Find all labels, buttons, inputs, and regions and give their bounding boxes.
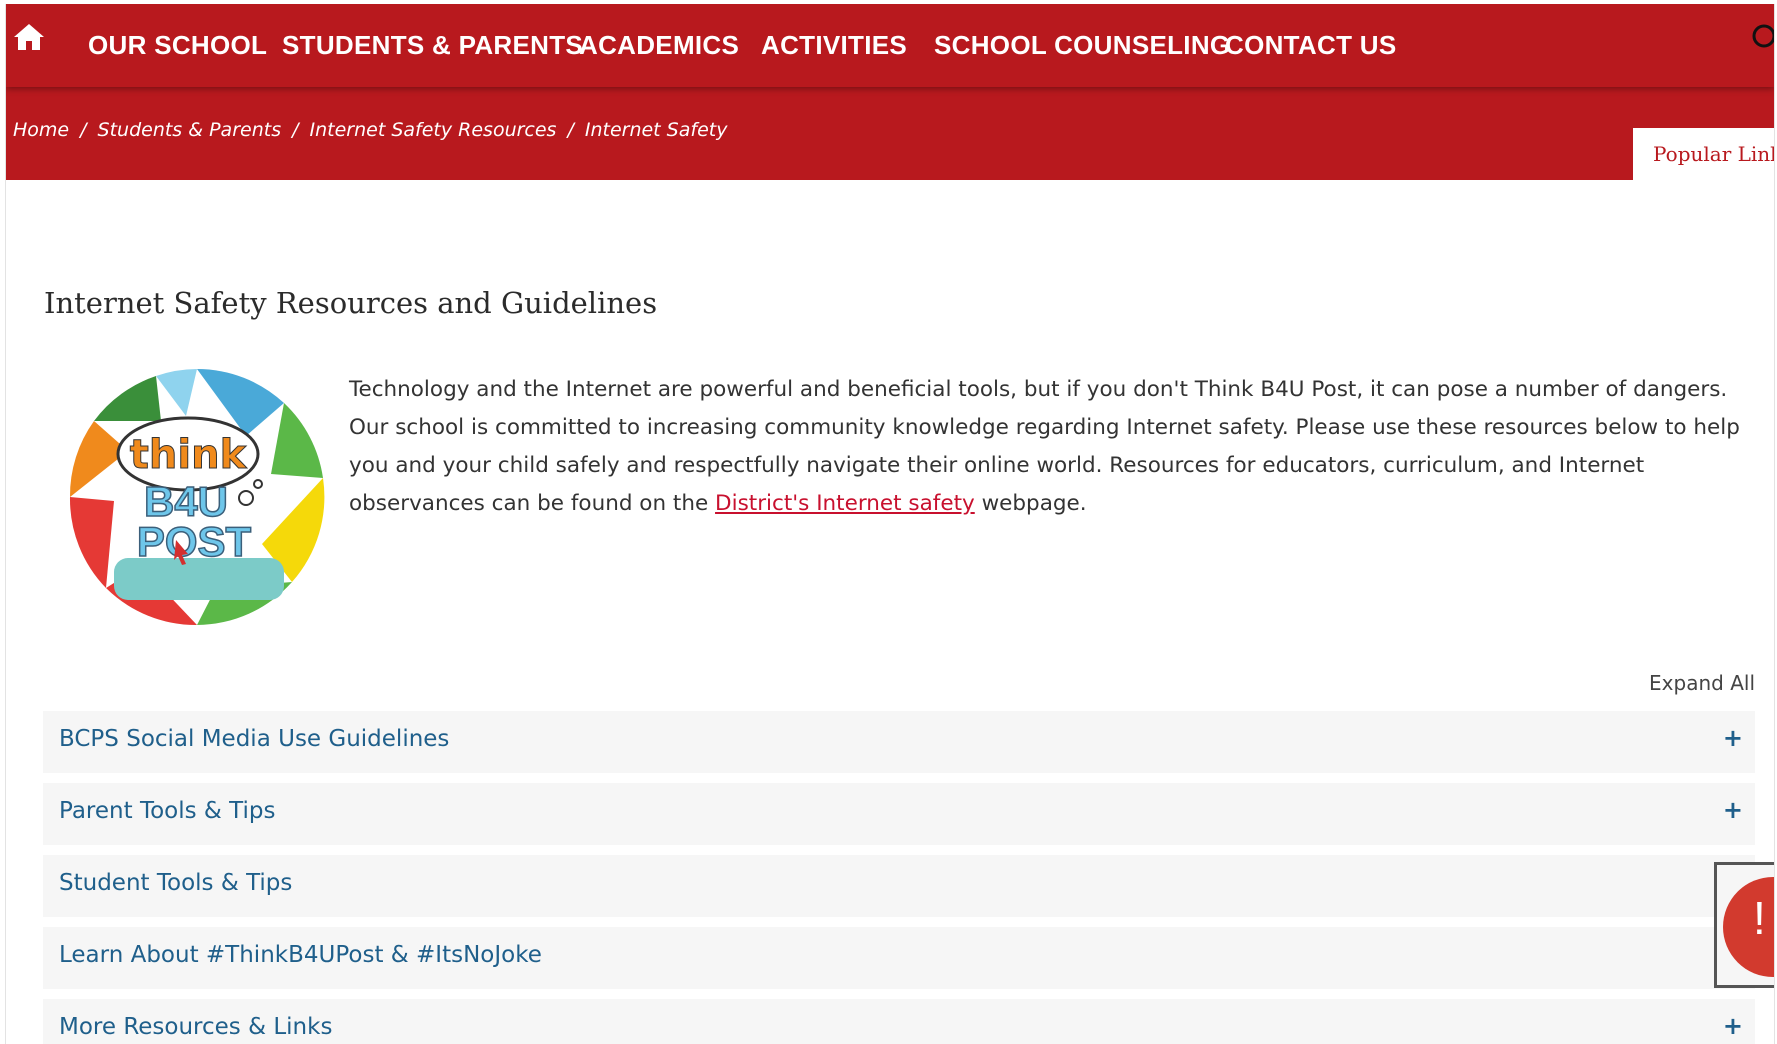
- nav-our-school[interactable]: OUR SCHOOL: [88, 30, 267, 61]
- search-icon[interactable]: [1750, 22, 1775, 52]
- logo-word-post: POST: [137, 518, 252, 565]
- exclamation-icon: !: [1753, 892, 1766, 944]
- breadcrumb-current-page: Internet Safety: [584, 119, 728, 141]
- think-b4u-post-logo: think B4U POST: [69, 368, 325, 626]
- accordion-item-label: Parent Tools & Tips: [59, 798, 276, 824]
- plus-icon: +: [1722, 1012, 1743, 1040]
- nav-school-counseling[interactable]: SCHOOL COUNSELING: [934, 30, 1230, 61]
- plus-icon: +: [1722, 796, 1743, 824]
- intro-text-end: webpage.: [974, 491, 1087, 516]
- breadcrumb-separator: /: [292, 119, 299, 141]
- accordion-item-student-tools[interactable]: Student Tools & Tips +: [43, 855, 1755, 917]
- page: OUR SCHOOL STUDENTS & PARENTS ACADEMICS …: [5, 4, 1775, 1044]
- accordion-item-social-media-guidelines[interactable]: BCPS Social Media Use Guidelines +: [43, 711, 1755, 773]
- feedback-button[interactable]: !: [1714, 862, 1774, 988]
- breadcrumb-home[interactable]: Home: [13, 119, 69, 141]
- nav-students-parents[interactable]: STUDENTS & PARENTS: [282, 30, 583, 61]
- breadcrumb: Home / Students & Parents / Internet Safety …: [13, 119, 727, 141]
- breadcrumb-separator: /: [567, 119, 574, 141]
- accordion-item-label: Learn About #ThinkB4UPost & #ItsNoJoke: [59, 942, 542, 968]
- nav-academics[interactable]: ACADEMICS: [579, 30, 739, 61]
- logo-word-think: think: [130, 432, 248, 478]
- expand-all-button[interactable]: Expand All: [1649, 671, 1755, 695]
- resources-accordion: BCPS Social Media Use Guidelines + Paren…: [43, 711, 1755, 1044]
- accordion-item-more-resources[interactable]: More Resources & Links +: [43, 999, 1755, 1044]
- feedback-circle: [1723, 877, 1774, 977]
- accordion-item-label: More Resources & Links: [59, 1014, 333, 1040]
- plus-icon: +: [1722, 724, 1743, 752]
- accordion-item-learn-about[interactable]: Learn About #ThinkB4UPost & #ItsNoJoke +: [43, 927, 1755, 989]
- breadcrumb-separator: /: [80, 119, 87, 141]
- nav-contact-us[interactable]: CONTACT US: [1225, 30, 1397, 61]
- breadcrumb-band: Home / Students & Parents / Internet Safety …: [6, 87, 1774, 180]
- home-icon[interactable]: [13, 22, 45, 52]
- accordion-item-parent-tools[interactable]: Parent Tools & Tips +: [43, 783, 1755, 845]
- nav-activities[interactable]: ACTIVITIES: [761, 30, 907, 61]
- main-navigation: OUR SCHOOL STUDENTS & PARENTS ACADEMICS …: [6, 4, 1774, 87]
- page-title: Internet Safety Resources and Guidelines: [44, 286, 658, 320]
- district-internet-safety-link[interactable]: District's Internet safety: [715, 491, 975, 516]
- intro-paragraph: Technology and the Internet are powerful…: [349, 371, 1759, 523]
- breadcrumb-students-parents[interactable]: Students & Parents: [98, 119, 282, 141]
- breadcrumb-internet-safety-resources[interactable]: Internet Safety Resources: [310, 119, 557, 141]
- accordion-item-label: BCPS Social Media Use Guidelines: [59, 726, 450, 752]
- accordion-item-label: Student Tools & Tips: [59, 870, 293, 896]
- popular-links-tab[interactable]: Popular Link: [1633, 128, 1774, 180]
